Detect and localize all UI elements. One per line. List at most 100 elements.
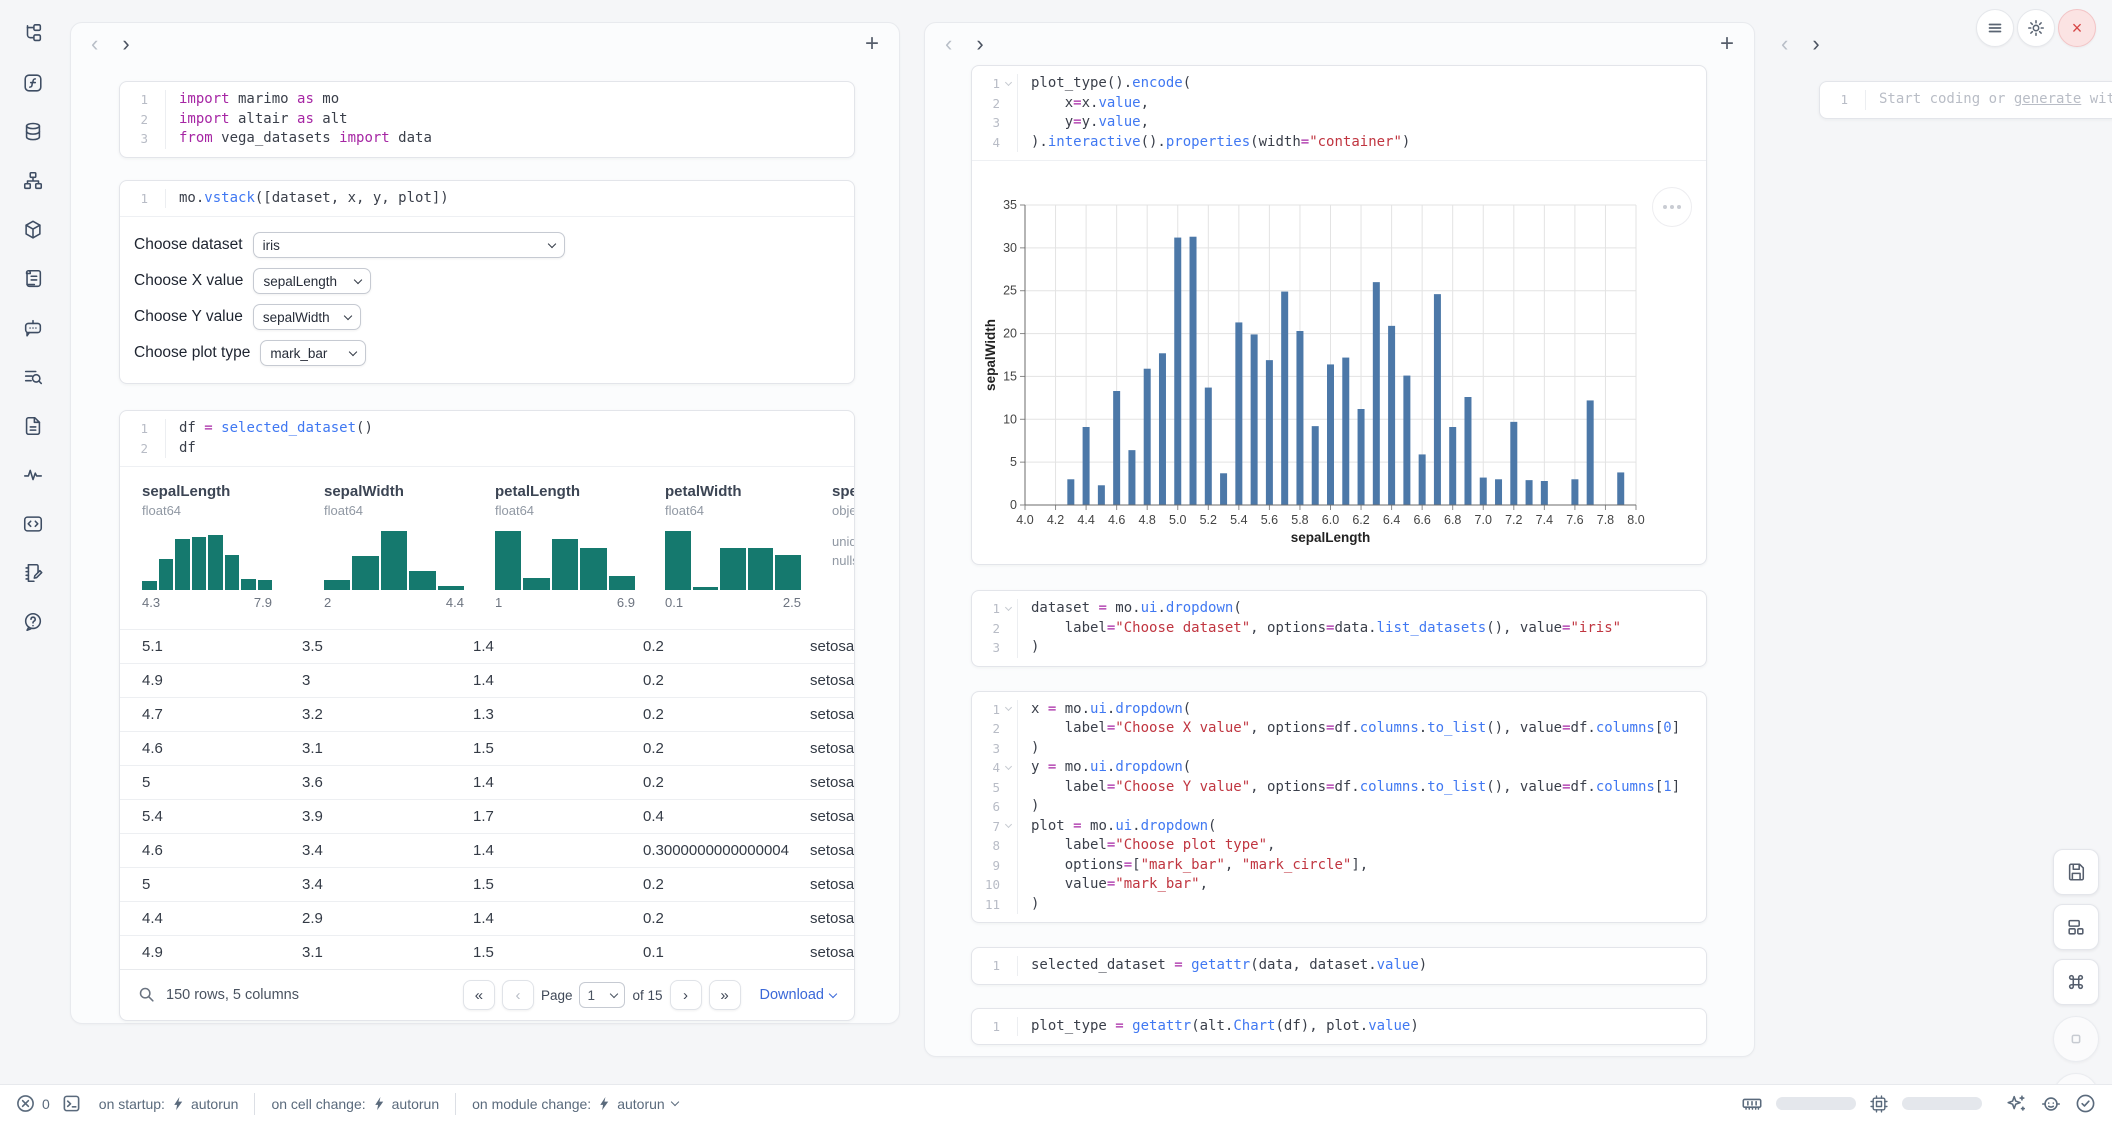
stop-icon[interactable] xyxy=(2053,1016,2099,1062)
page-select[interactable]: 1 xyxy=(579,982,625,1008)
search-logs-icon[interactable] xyxy=(15,359,51,395)
svg-text:5: 5 xyxy=(1010,455,1017,469)
choose-y-label: Choose Y value xyxy=(134,308,243,326)
column-scroll-right-icon[interactable]: › xyxy=(976,31,983,57)
plot-type-select[interactable]: mark_bar xyxy=(260,340,366,366)
snippets-icon[interactable] xyxy=(15,506,51,542)
logs-icon[interactable] xyxy=(15,261,51,297)
table-row[interactable]: 53.61.40.2setosa xyxy=(120,765,854,799)
scratchpad-icon[interactable] xyxy=(15,555,51,591)
column-scroll-left-icon[interactable]: ‹ xyxy=(91,31,98,57)
table-header: sepalLengthfloat64 4.37.9 sepalWidthfloa… xyxy=(120,467,854,629)
code-editor[interactable]: 1mo.vstack([dataset, x, y, plot]) xyxy=(120,181,854,217)
table-row[interactable]: 4.63.41.40.3000000000000004setosa xyxy=(120,833,854,867)
bar-chart[interactable]: 4.04.24.44.64.85.05.25.45.65.86.06.26.46… xyxy=(983,191,1693,553)
vstack-output: Choose dataset iris Choose X value sepal… xyxy=(120,216,854,383)
notebook-column-1: ‹ › + 1import marimo as mo2import altair… xyxy=(70,22,900,1024)
file-tree-icon[interactable] xyxy=(15,16,51,52)
table-footer: 150 rows, 5 columns « ‹ Page 1 of 15 › »… xyxy=(120,969,854,1020)
ram-usage-meter xyxy=(1776,1097,1856,1110)
code-editor[interactable]: 1x = mo.ui.dropdown(2 label="Choose X va… xyxy=(972,692,1706,923)
last-page-button[interactable]: » xyxy=(709,980,741,1010)
dependency-graph-icon[interactable] xyxy=(15,163,51,199)
chevron-down-icon xyxy=(610,989,618,997)
ai-chat-icon[interactable] xyxy=(15,310,51,346)
column-header[interactable]: sepalLengthfloat64 4.37.9 xyxy=(120,467,324,629)
command-palette-icon[interactable] xyxy=(2053,959,2099,1005)
add-cell-icon[interactable]: + xyxy=(865,30,879,58)
add-cell-icon[interactable]: + xyxy=(1720,30,1734,58)
table-row[interactable]: 5.13.51.40.2setosa xyxy=(120,629,854,663)
settings-gear-icon[interactable] xyxy=(2017,9,2055,47)
table-row[interactable]: 4.931.40.2setosa xyxy=(120,663,854,697)
new-cell-input[interactable]: 1Start coding or generate with AI xyxy=(1820,82,2112,118)
table-row[interactable]: 4.42.91.40.2setosa xyxy=(120,901,854,935)
code-editor[interactable]: 1df = selected_dataset()2df xyxy=(120,411,854,466)
ai-sparkle-icon[interactable] xyxy=(2005,1093,2027,1115)
cell-imports[interactable]: 1import marimo as mo2import altair as al… xyxy=(119,81,855,158)
documentation-icon[interactable] xyxy=(15,408,51,444)
svg-text:8.0: 8.0 xyxy=(1627,513,1644,527)
tracebacks-icon[interactable] xyxy=(15,457,51,493)
prev-page-button[interactable]: ‹ xyxy=(502,980,534,1010)
chevron-down-icon xyxy=(547,239,555,247)
svg-text:sepalWidth: sepalWidth xyxy=(983,319,998,391)
assistant-bot-icon[interactable] xyxy=(2040,1093,2062,1115)
download-button[interactable]: Download xyxy=(760,987,837,1003)
cell-plot-type[interactable]: 1plot_type = getattr(alt.Chart(df), plot… xyxy=(971,1008,1707,1046)
code-editor[interactable]: 1plot_type = getattr(alt.Chart(df), plot… xyxy=(972,1009,1706,1045)
y-value-select[interactable]: sepalWidth xyxy=(253,304,361,330)
lightning-icon xyxy=(172,1096,184,1111)
cell-vstack[interactable]: 1mo.vstack([dataset, x, y, plot]) Choose… xyxy=(119,180,855,385)
close-icon[interactable]: × xyxy=(2058,9,2096,47)
next-page-button[interactable]: › xyxy=(670,980,702,1010)
table-row[interactable]: 53.41.50.2setosa xyxy=(120,867,854,901)
column-header[interactable]: petalWidthfloat64 0.12.5 xyxy=(665,467,832,629)
x-value-select[interactable]: sepalLength xyxy=(253,268,371,294)
column-1-header: ‹ › + xyxy=(71,23,899,65)
code-editor[interactable]: 1import marimo as mo2import altair as al… xyxy=(120,82,854,157)
table-row[interactable]: 5.43.91.70.4setosa xyxy=(120,799,854,833)
cell-dataframe[interactable]: 1df = selected_dataset()2df sepalLengthf… xyxy=(119,410,855,1021)
terminal-icon[interactable] xyxy=(62,1094,81,1113)
table-row[interactable]: 4.93.11.50.1setosa xyxy=(120,935,854,969)
table-row[interactable]: 4.73.21.30.2setosa xyxy=(120,697,854,731)
table-row[interactable]: 4.63.11.50.2setosa xyxy=(120,731,854,765)
first-page-button[interactable]: « xyxy=(463,980,495,1010)
cell-selected-dataset[interactable]: 1selected_dataset = getattr(data, datase… xyxy=(971,947,1707,985)
svg-text:4.8: 4.8 xyxy=(1139,513,1156,527)
column-scroll-right-icon[interactable]: › xyxy=(1812,31,1819,57)
search-icon[interactable] xyxy=(138,986,156,1004)
dataset-select[interactable]: iris xyxy=(253,232,565,258)
code-editor[interactable]: 1plot_type().encode(2 x=x.value,3 y=y.va… xyxy=(972,66,1706,160)
cell-dataset-dropdown[interactable]: 1dataset = mo.ui.dropdown(2 label="Choos… xyxy=(971,590,1707,667)
cell-xy-plot-dropdowns[interactable]: 1x = mo.ui.dropdown(2 label="Choose X va… xyxy=(971,691,1707,924)
errors-indicator[interactable]: 0 xyxy=(16,1094,50,1113)
svg-text:sepalLength: sepalLength xyxy=(1291,530,1371,545)
help-icon[interactable] xyxy=(15,604,51,640)
cell-plot[interactable]: 1plot_type().encode(2 x=x.value,3 y=y.va… xyxy=(971,65,1707,565)
connection-status-icon[interactable] xyxy=(2075,1093,2096,1114)
layout-icon[interactable] xyxy=(2053,904,2099,950)
packages-icon[interactable] xyxy=(15,212,51,248)
data-sources-icon[interactable] xyxy=(15,114,51,150)
chart-menu-icon[interactable] xyxy=(1652,187,1692,227)
on-module-change-setting[interactable]: on module change: autorun xyxy=(472,1096,678,1112)
on-cell-change-setting[interactable]: on cell change: autorun xyxy=(271,1096,439,1112)
save-icon[interactable] xyxy=(2053,849,2099,895)
column-header[interactable]: petalLengthfloat64 16.9 xyxy=(495,467,665,629)
code-editor[interactable]: 1selected_dataset = getattr(data, datase… xyxy=(972,948,1706,984)
column-header[interactable]: speciesobjectuniquenulls: xyxy=(832,467,854,629)
column-header[interactable]: sepalWidthfloat64 24.4 xyxy=(324,467,495,629)
column-scroll-left-icon[interactable]: ‹ xyxy=(1781,31,1788,57)
cpu-usage-meter xyxy=(1902,1097,1982,1110)
code-editor[interactable]: 1dataset = mo.ui.dropdown(2 label="Choos… xyxy=(972,591,1706,666)
menu-icon[interactable] xyxy=(1976,9,2014,47)
cell-new-empty[interactable]: 1Start coding or generate with AI xyxy=(1819,81,2112,119)
column-scroll-right-icon[interactable]: › xyxy=(122,31,129,57)
on-startup-setting[interactable]: on startup: autorun xyxy=(99,1096,239,1112)
column-scroll-left-icon[interactable]: ‹ xyxy=(945,31,952,57)
svg-text:6.0: 6.0 xyxy=(1322,513,1339,527)
functions-icon[interactable] xyxy=(15,65,51,101)
chevron-down-icon xyxy=(344,311,352,319)
